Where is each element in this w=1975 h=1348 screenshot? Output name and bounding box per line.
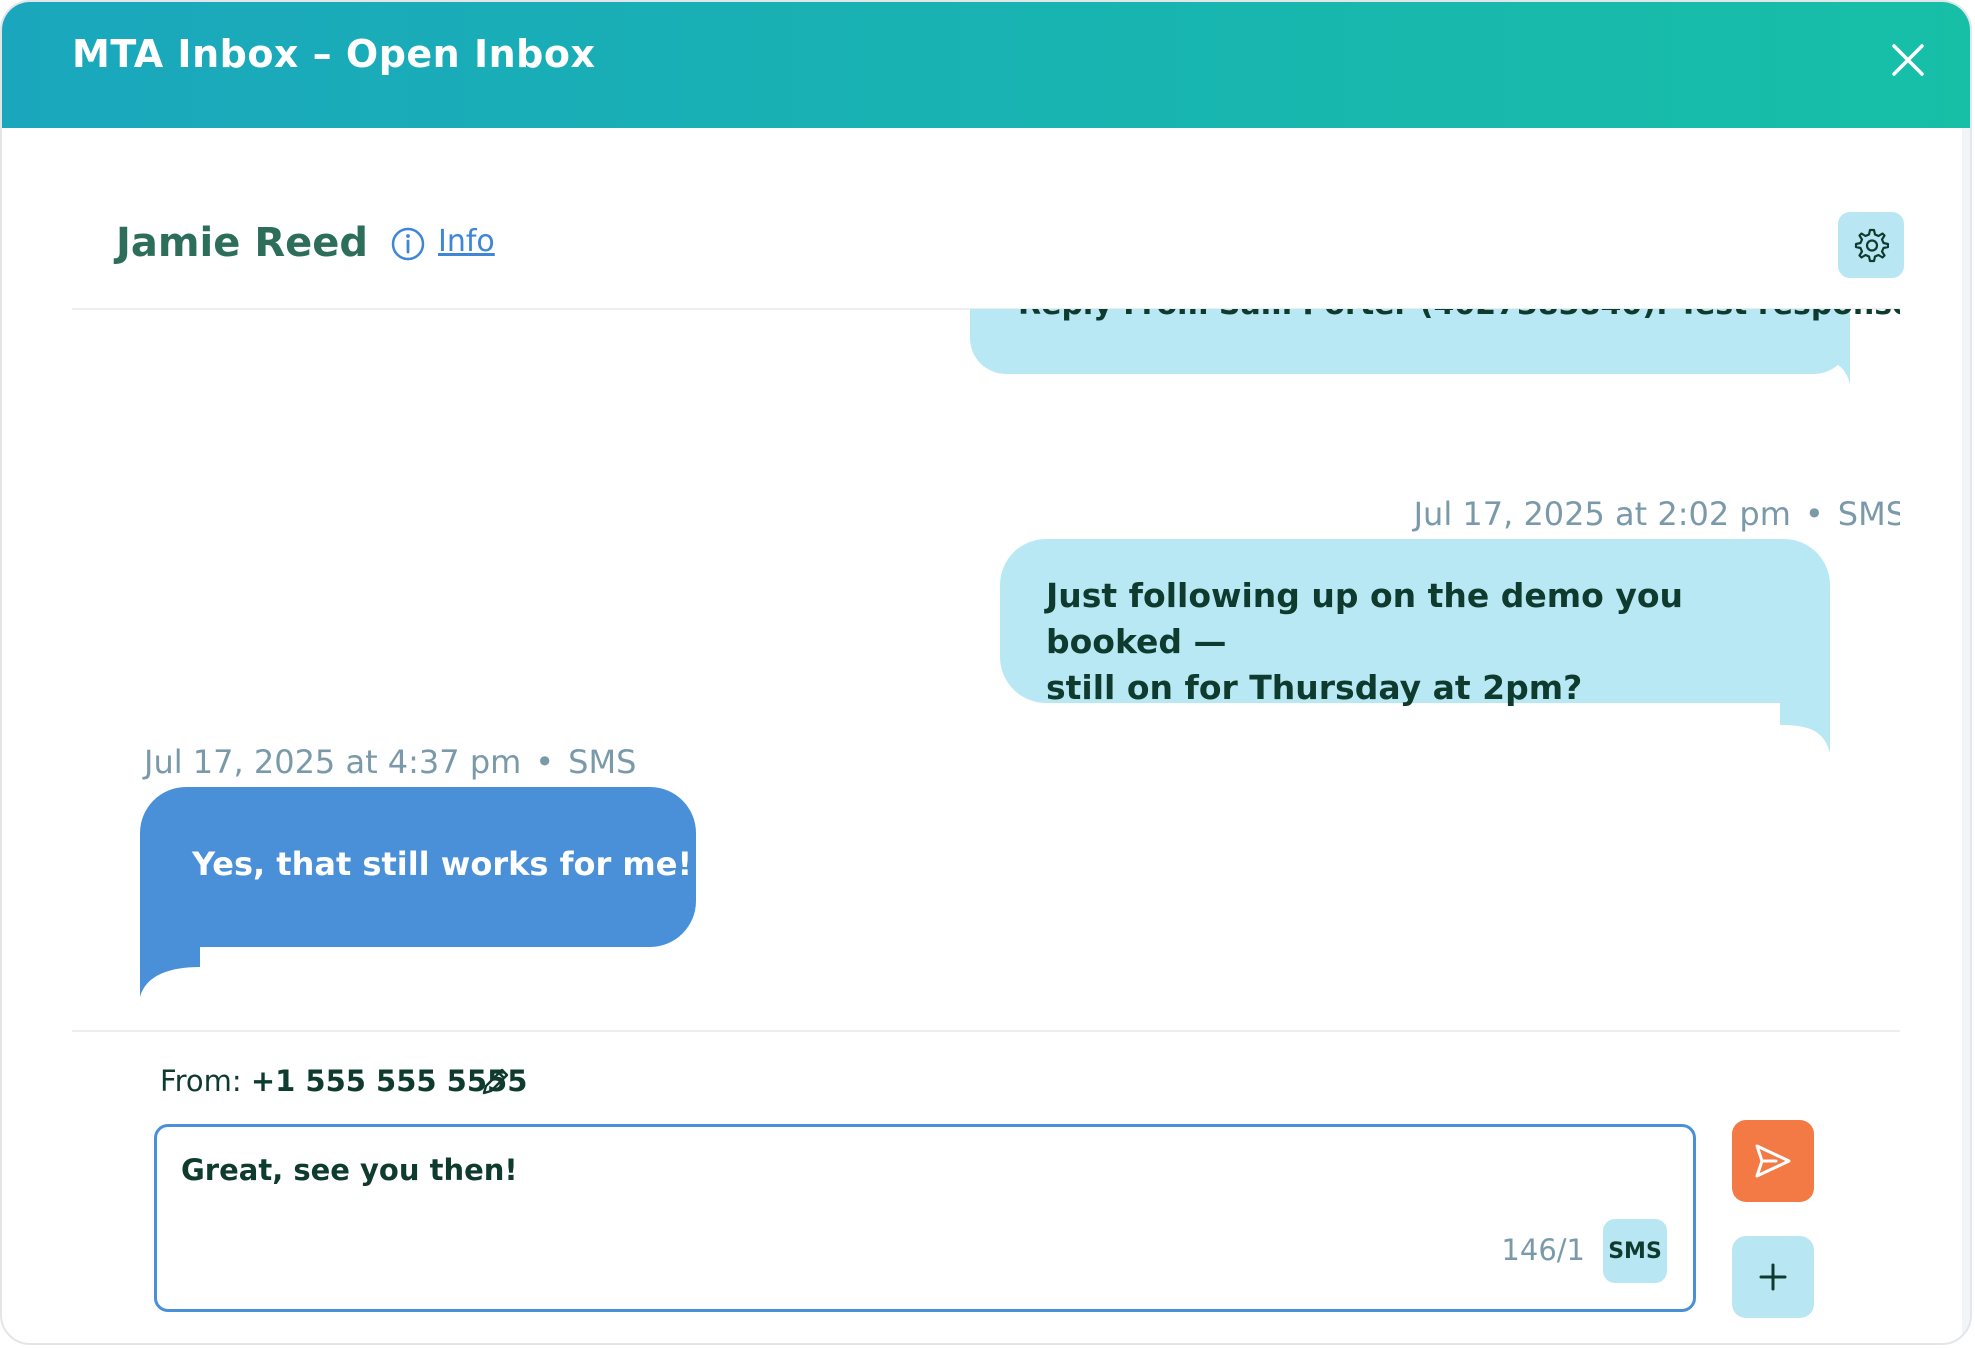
message-thread[interactable]: Reply From Sam Porter (4027383840): Test… [72, 309, 1900, 1029]
message-timestamp: Jul 17, 2025 at 2:02 pm [1413, 495, 1791, 533]
message-line: still on for Thursday at 2pm? [1046, 668, 1583, 707]
bubble-tail [1800, 334, 1850, 384]
scrollbar[interactable] [1962, 128, 1970, 1343]
message-text: Reply From Sam Porter (4027383840): Test… [1018, 309, 1900, 322]
message-line: Just following up on the demo you booked… [1046, 576, 1684, 661]
conversation-header: Jamie Reed Info [72, 128, 1904, 310]
message-outbound: Just following up on the demo you booked… [1000, 539, 1830, 759]
bubble-tail [140, 945, 200, 997]
message-meta: Jul 17, 2025 at 4:37 pm • SMS [144, 743, 636, 781]
message-timestamp: Jul 17, 2025 at 4:37 pm [144, 743, 522, 781]
add-button[interactable] [1732, 1236, 1814, 1318]
composer-divider [72, 1030, 1900, 1032]
meta-separator: • [535, 743, 555, 781]
message-text: Yes, that still works for me! [192, 845, 693, 883]
message-input-value[interactable]: Great, see you then! [181, 1153, 518, 1187]
channel-badge[interactable]: SMS [1603, 1219, 1667, 1283]
message-bubble: Reply From Sam Porter (4027383840): Test… [970, 309, 1900, 374]
title-bar: MTA Inbox – Open Inbox [2, 2, 1970, 128]
message-channel: SMS [568, 743, 637, 781]
message-channel: SMS [1837, 495, 1900, 533]
message-input[interactable]: Great, see you then! 146/1 SMS [154, 1124, 1696, 1312]
from-line: From: +1 555 555 5555 [160, 1064, 527, 1098]
bubble-tail [1780, 701, 1830, 753]
character-count: 146/1 [1501, 1233, 1585, 1267]
window-title: MTA Inbox – Open Inbox [72, 32, 596, 76]
info-icon[interactable] [390, 226, 426, 262]
close-icon [1892, 44, 1924, 76]
plus-icon [1759, 1263, 1787, 1291]
info-link[interactable]: Info [438, 224, 495, 259]
meta-separator: • [1804, 495, 1824, 533]
close-button[interactable] [1886, 38, 1930, 82]
message-inbound: Yes, that still works for me! [140, 787, 696, 1007]
settings-button[interactable] [1838, 212, 1904, 278]
message-bubble: Just following up on the demo you booked… [1000, 539, 1830, 707]
contact-name: Jamie Reed [116, 220, 369, 266]
pencil-icon[interactable] [478, 1065, 512, 1099]
send-button[interactable] [1732, 1120, 1814, 1202]
from-label: From: [160, 1064, 242, 1098]
send-icon [1755, 1144, 1791, 1178]
message-bubble: Yes, that still works for me! [140, 787, 696, 947]
message-text: Just following up on the demo you booked… [1046, 573, 1830, 711]
message-outbound: Reply From Sam Porter (4027383840): Test… [970, 309, 1900, 419]
gear-icon [1854, 228, 1889, 263]
message-meta: Jul 17, 2025 at 2:02 pm • SMS [1414, 495, 1900, 533]
inbox-window: MTA Inbox – Open Inbox Jamie Reed Info J… [0, 0, 1972, 1345]
